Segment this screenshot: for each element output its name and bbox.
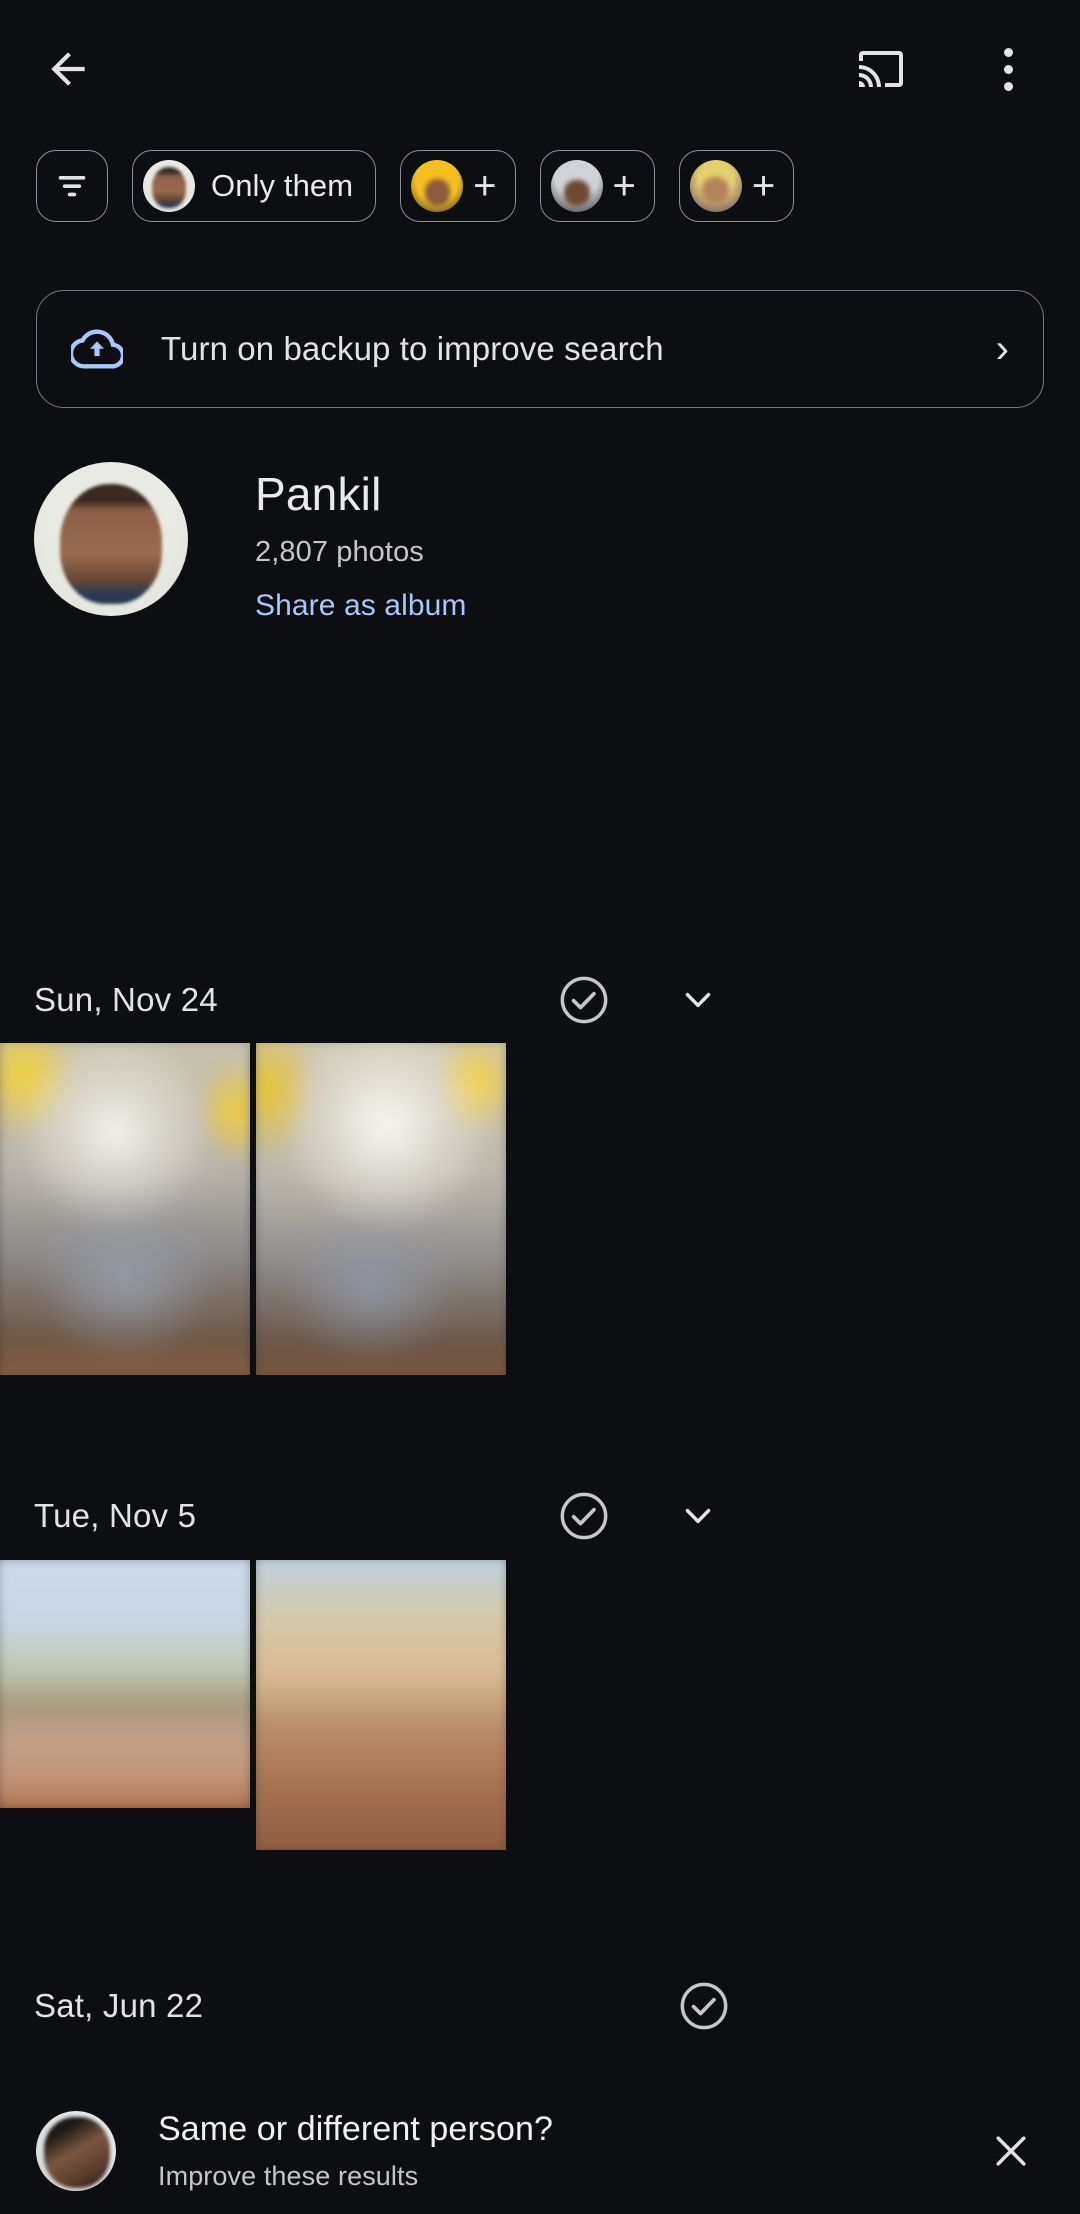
photo-row-tue-nov-5[interactable] xyxy=(0,1560,506,1850)
chip-add-person-3[interactable]: + xyxy=(678,150,795,222)
person-name: Pankil xyxy=(255,468,382,520)
more-vert-icon xyxy=(1003,47,1013,57)
share-as-album-link[interactable]: Share as album xyxy=(255,589,467,623)
more-vert-icon xyxy=(1003,81,1013,91)
back-button[interactable] xyxy=(30,36,106,102)
photo-thumbnail[interactable] xyxy=(256,1560,506,1850)
date-label: Sat, Jun 22 xyxy=(34,1987,204,2024)
chip-add-person-2[interactable]: + xyxy=(539,150,655,222)
cast-button[interactable] xyxy=(845,36,917,102)
close-icon xyxy=(996,2136,1026,2166)
suggestion-subtitle: Improve these results xyxy=(158,2161,419,2191)
plus-icon: + xyxy=(473,164,497,208)
more-vert-icon xyxy=(1003,64,1013,74)
date-label: Sun, Nov 24 xyxy=(34,981,218,1018)
suggestion-title: Same or different person? xyxy=(158,2110,553,2148)
chip-only-them[interactable]: Only them xyxy=(132,150,377,222)
cloud-upload-icon xyxy=(71,329,123,369)
person-header: Pankil 2,807 photos Share as album xyxy=(34,462,1034,622)
chip-filter-button[interactable] xyxy=(36,150,108,222)
chip-add-person-1[interactable]: + xyxy=(400,150,516,222)
date-header-tue-nov-5: Tue, Nov 5 xyxy=(0,1478,1080,1554)
plus-icon: + xyxy=(751,164,776,208)
backup-banner[interactable]: Turn on backup to improve search › xyxy=(36,290,1044,408)
expand-chevron-down-icon[interactable] xyxy=(672,1490,724,1542)
photo-row-sun-nov-24[interactable] xyxy=(0,1043,506,1375)
arrow-back-icon xyxy=(51,52,85,86)
select-all-check-circle-icon[interactable] xyxy=(558,1490,610,1542)
date-header-sat-jun-22: Sat, Jun 22 xyxy=(0,1968,1080,2044)
chip-only-them-label: Only them xyxy=(211,168,354,203)
suggestion-texts: Same or different person? Improve these … xyxy=(158,2110,553,2192)
backup-banner-text: Turn on backup to improve search xyxy=(161,330,664,367)
suggestion-banner[interactable]: Same or different person? Improve these … xyxy=(0,2088,1080,2214)
person-avatar[interactable] xyxy=(34,462,188,616)
chip-avatar-icon xyxy=(143,160,195,212)
plus-icon: + xyxy=(612,164,636,208)
chevron-right-icon: › xyxy=(995,327,1009,371)
date-header-spacer xyxy=(0,1016,1080,1092)
chip-avatar-icon xyxy=(550,160,603,212)
photo-image xyxy=(256,1043,506,1375)
person-info: Pankil 2,807 photos Share as album xyxy=(255,462,467,623)
date-label: Tue, Nov 5 xyxy=(34,1497,197,1534)
photo-thumbnail[interactable] xyxy=(0,1043,250,1375)
select-all-check-circle-icon[interactable] xyxy=(678,1980,730,2032)
filter-chip-row[interactable]: Only them + + + xyxy=(0,147,1080,225)
photo-thumbnail[interactable] xyxy=(256,1043,506,1375)
cast-icon xyxy=(859,51,903,87)
filter-icon xyxy=(58,176,86,197)
app-bar xyxy=(0,0,1080,138)
overflow-menu-button[interactable] xyxy=(975,36,1041,102)
chip-avatar-icon xyxy=(689,160,742,212)
person-photo-count: 2,807 photos xyxy=(255,536,424,569)
suggestion-close-button[interactable] xyxy=(980,2120,1042,2182)
photo-image xyxy=(0,1043,250,1375)
photo-image xyxy=(0,1560,250,1808)
chip-avatar-icon xyxy=(411,160,464,212)
suggestion-avatar xyxy=(36,2111,116,2191)
photo-thumbnail[interactable] xyxy=(0,1560,250,1808)
photo-image xyxy=(256,1560,506,1850)
